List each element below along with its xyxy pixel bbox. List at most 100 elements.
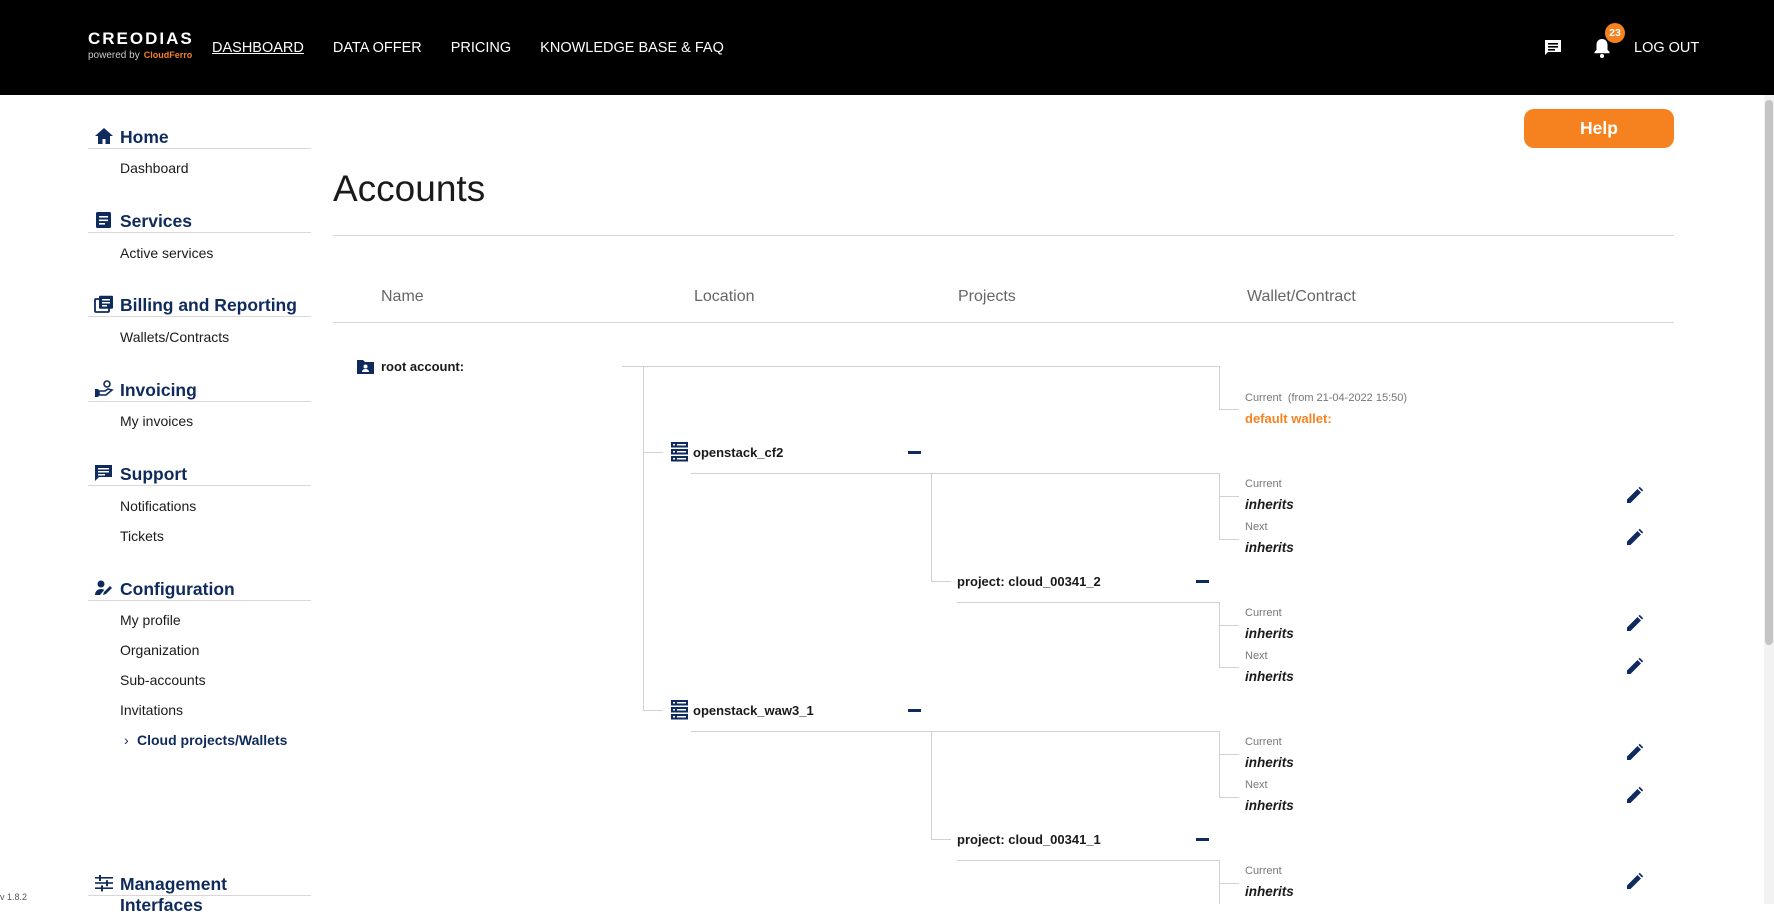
chevron-right-icon: › — [124, 732, 129, 748]
collapse-button[interactable] — [1196, 838, 1209, 841]
current-label: Current — [1245, 865, 1282, 877]
next-label: Next — [1245, 779, 1268, 791]
edit-icon[interactable] — [1624, 614, 1644, 634]
sidebar-section-home[interactable]: Home — [88, 118, 311, 149]
tree-line — [1219, 797, 1239, 798]
tree-line — [643, 366, 644, 710]
sidebar-section-management-interfaces[interactable]: Management Interfaces — [88, 865, 311, 915]
home-icon — [95, 128, 113, 144]
sidebar-section-invoicing[interactable]: Invoicing — [88, 371, 311, 402]
tree-line — [931, 473, 932, 581]
sidebar-section-services[interactable]: Services — [88, 202, 311, 233]
tree-line — [957, 860, 1220, 861]
top-bar: CREODIAS powered by CloudFerro DASHBOARD … — [0, 0, 1774, 95]
sidebar-item-dashboard[interactable]: Dashboard — [120, 160, 189, 176]
default-wallet-link[interactable]: default wallet: — [1245, 411, 1332, 426]
current-label: Current — [1245, 736, 1282, 748]
logout-link[interactable]: LOG OUT — [1634, 40, 1699, 56]
sidebar-item-my-invoices[interactable]: My invoices — [120, 413, 193, 429]
wallet-value: inherits — [1245, 669, 1294, 684]
message-icon[interactable] — [1543, 38, 1563, 58]
tree-line — [1219, 754, 1239, 755]
sidebar-section-title: Management Interfaces — [120, 874, 227, 915]
column-header-location: Location — [694, 288, 755, 305]
tree-line — [622, 366, 1220, 367]
location-name: openstack_cf2 — [693, 445, 784, 460]
tree-line — [643, 452, 663, 453]
help-button[interactable]: Help — [1524, 109, 1674, 148]
collapse-button[interactable] — [908, 451, 921, 454]
sidebar-section-title: Services — [120, 211, 193, 231]
nav-dashboard[interactable]: DASHBOARD — [212, 40, 304, 56]
tree-line — [1219, 625, 1239, 626]
sidebar-item-organization[interactable]: Organization — [120, 642, 199, 658]
tree-line — [691, 731, 1220, 732]
logo-powered-text: powered by — [88, 50, 140, 61]
wallet-value: inherits — [1245, 884, 1294, 899]
sidebar-section-support[interactable]: Support — [88, 455, 311, 486]
sidebar-section-billing[interactable]: Billing and Reporting — [88, 286, 311, 317]
column-header-name: Name — [381, 288, 424, 305]
tree-line — [1219, 496, 1239, 497]
tree-line — [691, 473, 1220, 474]
divider — [333, 235, 1674, 236]
billing-icon — [94, 295, 113, 313]
nav-knowledge-base[interactable]: KNOWLEDGE BASE & FAQ — [540, 40, 724, 56]
sidebar-item-tickets[interactable]: Tickets — [120, 528, 164, 544]
edit-icon[interactable] — [1624, 657, 1644, 677]
version-label: v 1.8.2 — [0, 892, 28, 902]
root-account-label: root account: — [381, 359, 465, 374]
tree-line — [1219, 602, 1220, 667]
server-icon — [671, 700, 688, 720]
sidebar-item-my-profile[interactable]: My profile — [120, 612, 181, 628]
sidebar-item-cloud-projects-wallets[interactable]: › Cloud projects/Wallets — [124, 732, 288, 748]
tree-line — [931, 581, 951, 582]
page-title: Accounts — [333, 168, 486, 209]
tree-line — [1219, 366, 1220, 409]
configuration-icon — [95, 580, 112, 595]
wallet-value: inherits — [1245, 497, 1294, 512]
tree-line — [643, 710, 663, 711]
column-header-projects: Projects — [958, 288, 1016, 305]
tree-line — [1219, 860, 1220, 904]
tree-line — [1219, 409, 1239, 410]
creodias-logo[interactable]: CREODIAS powered by CloudFerro — [88, 29, 194, 62]
logo-brand: CREODIAS — [88, 29, 194, 48]
main-nav: DASHBOARD DATA OFFER PRICING KNOWLEDGE B… — [212, 40, 724, 56]
edit-icon[interactable] — [1624, 872, 1644, 892]
edit-icon[interactable] — [1624, 786, 1644, 806]
sidebar-item-label: Cloud projects/Wallets — [137, 732, 288, 748]
tree-line — [1219, 539, 1239, 540]
scrollbar-thumb[interactable] — [1765, 100, 1773, 645]
sidebar-item-wallets-contracts[interactable]: Wallets/Contracts — [120, 329, 229, 345]
collapse-button[interactable] — [1196, 580, 1209, 583]
tree-line — [1219, 473, 1220, 539]
tree-line — [1219, 667, 1239, 668]
sidebar-section-title: Support — [120, 464, 188, 484]
project-name: project: cloud_00341_1 — [957, 832, 1101, 847]
wallet-value: inherits — [1245, 626, 1294, 641]
sidebar-item-invitations[interactable]: Invitations — [120, 702, 183, 718]
wallet-value: inherits — [1245, 755, 1294, 770]
current-label: Current — [1245, 392, 1282, 404]
nav-pricing[interactable]: PRICING — [451, 40, 511, 56]
divider — [333, 322, 1674, 323]
tree-line — [931, 731, 932, 839]
collapse-button[interactable] — [908, 709, 921, 712]
wallet-value: inherits — [1245, 540, 1294, 555]
logo-powered-by: powered by CloudFerro — [88, 50, 194, 61]
edit-icon[interactable] — [1624, 528, 1644, 548]
sidebar-item-active-services[interactable]: Active services — [120, 245, 213, 261]
sidebar-section-configuration[interactable]: Configuration — [88, 570, 311, 601]
tree-line — [957, 602, 1220, 603]
edit-icon[interactable] — [1624, 743, 1644, 763]
nav-data-offer[interactable]: DATA OFFER — [333, 40, 422, 56]
support-icon — [95, 465, 112, 481]
services-icon — [96, 212, 111, 228]
sidebar-item-sub-accounts[interactable]: Sub-accounts — [120, 672, 206, 688]
sidebar-section-title: Invoicing — [120, 380, 197, 400]
account-folder-icon — [357, 360, 374, 374]
column-header-wallet-contract: Wallet/Contract — [1247, 288, 1356, 305]
sidebar-item-notifications[interactable]: Notifications — [120, 498, 196, 514]
edit-icon[interactable] — [1624, 486, 1644, 506]
